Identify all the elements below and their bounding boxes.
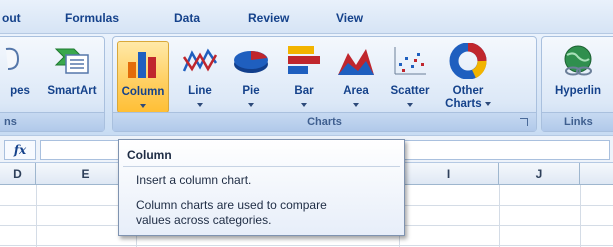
other-label-line2: Charts	[445, 98, 482, 110]
bar-dropdown-arrow	[301, 103, 307, 107]
other-charts-dropdown-arrow	[484, 101, 491, 106]
column-label: Column	[121, 86, 165, 98]
doughnut-chart-icon	[449, 43, 487, 79]
hyperlink-label: Hyperlin	[554, 85, 601, 97]
globe-icon	[564, 45, 592, 76]
charts-group-title: Charts	[113, 112, 536, 131]
column-header-k[interactable]	[580, 163, 613, 185]
illustrations-group: pes SmartArt ns	[0, 36, 105, 132]
other-charts-button[interactable]: Other Charts	[443, 41, 493, 113]
bar-chart-button[interactable]: Bar	[283, 41, 325, 113]
line-label: Line	[188, 85, 212, 97]
tab-insert-partial[interactable]: out	[2, 11, 21, 25]
gridline	[0, 245, 613, 246]
gridline	[499, 185, 500, 247]
shapes-button[interactable]: pes	[0, 41, 41, 113]
shapes-icon	[5, 47, 20, 70]
hyperlink-button[interactable]: Hyperlin	[542, 41, 613, 113]
line-chart-icon	[182, 48, 218, 72]
area-chart-icon	[338, 49, 374, 75]
line-dropdown-arrow	[197, 103, 203, 107]
shapes-label: pes	[10, 85, 30, 97]
tooltip-description: Column charts are used to compare values…	[136, 198, 398, 228]
charts-group: Column Line Pie Bar Area Scatter Other C…	[112, 36, 537, 132]
gridline	[580, 185, 581, 247]
ribbon: pes SmartArt ns Column Line Pie Bar Area…	[0, 34, 613, 135]
dialog-launcher-icon[interactable]	[520, 118, 528, 126]
area-label: Area	[343, 85, 369, 97]
column-header-i[interactable]: I	[399, 163, 499, 185]
tab-formulas[interactable]: Formulas	[65, 11, 119, 25]
fx-icon: fx	[13, 143, 27, 157]
column-header-d[interactable]: D	[0, 163, 36, 185]
other-label-line1: Other	[452, 85, 484, 97]
charts-group-label: Charts	[307, 116, 342, 128]
tab-view[interactable]: View	[336, 11, 363, 25]
tooltip-divider	[123, 166, 400, 167]
illustrations-group-title: ns	[0, 112, 104, 131]
insert-function-button[interactable]: fx	[4, 140, 36, 160]
scatter-chart-button[interactable]: Scatter	[385, 41, 435, 113]
tab-review[interactable]: Review	[248, 11, 289, 25]
bar-label: Bar	[294, 85, 314, 97]
pie-dropdown-arrow	[248, 103, 254, 107]
smartart-button[interactable]: SmartArt	[43, 41, 101, 113]
smartart-label: SmartArt	[47, 85, 97, 97]
gridline	[36, 185, 37, 247]
smartart-icon	[54, 48, 89, 74]
ribbon-tab-bar: out Formulas Data Review View	[0, 0, 613, 34]
other-charts-label: Other Charts	[443, 85, 493, 111]
scatter-label: Scatter	[390, 85, 430, 97]
line-chart-button[interactable]: Line	[179, 41, 221, 113]
pie-chart-button[interactable]: Pie	[230, 41, 272, 113]
bar-chart-icon	[288, 46, 320, 74]
column-chart-icon	[128, 52, 156, 78]
tooltip-title: Column	[127, 148, 172, 162]
pie-label: Pie	[242, 85, 260, 97]
links-group: Hyperlin Links	[541, 36, 613, 132]
column-chart-button[interactable]: Column	[117, 41, 169, 113]
tab-data[interactable]: Data	[174, 11, 200, 25]
tooltip-description-line2: values across categories.	[136, 213, 272, 227]
scatter-chart-icon	[394, 47, 426, 75]
pie-chart-icon	[234, 51, 268, 73]
links-group-title: Links	[542, 112, 613, 131]
area-dropdown-arrow	[353, 103, 359, 107]
column-chart-tooltip: Column Insert a column chart. Column cha…	[118, 139, 405, 236]
column-header-j[interactable]: J	[499, 163, 580, 185]
tooltip-description-line1: Column charts are used to compare	[136, 198, 327, 212]
tooltip-summary: Insert a column chart.	[136, 173, 252, 187]
column-dropdown-arrow	[140, 104, 146, 108]
area-chart-button[interactable]: Area	[335, 41, 377, 113]
scatter-dropdown-arrow	[407, 103, 413, 107]
